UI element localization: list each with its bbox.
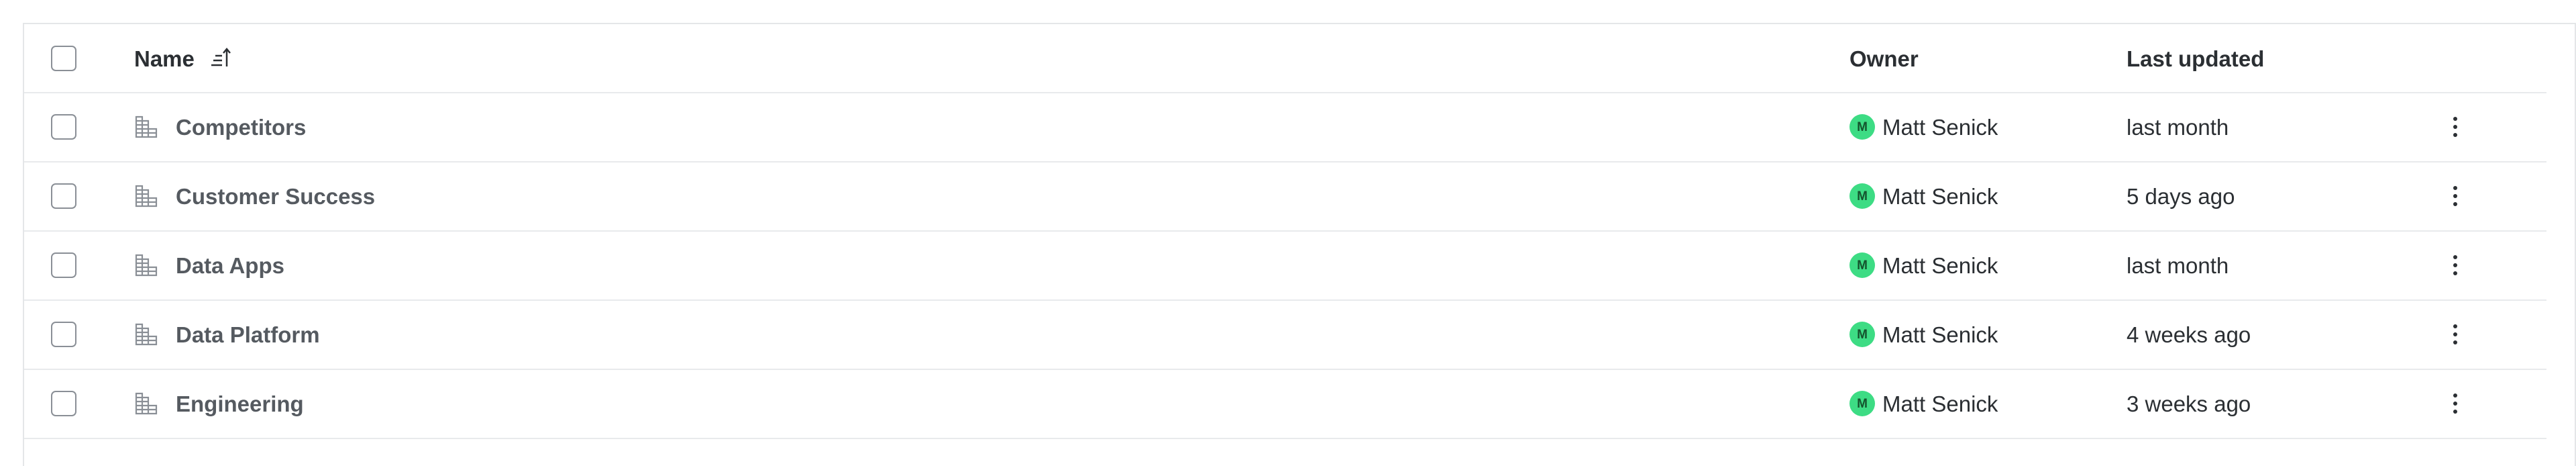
row-name[interactable]: Engineering [176,393,304,415]
column-header-last-updated[interactable]: Last updated [2127,48,2264,70]
table-icon [135,254,158,277]
table-row[interactable]: Data Apps M Matt Senick last month [24,232,2546,301]
avatar: M [1849,322,1875,347]
row-checkbox[interactable] [51,252,76,278]
owner-name: Matt Senick [1882,115,1998,140]
row-name[interactable]: Customer Success [176,185,375,207]
last-updated: last month [2127,115,2229,140]
sort-ascending-icon[interactable] [210,46,231,69]
row-name[interactable]: Data Platform [176,324,320,346]
table-icon [135,185,158,207]
avatar: M [1849,252,1875,278]
column-header-owner[interactable]: Owner [1849,48,1919,70]
owner-name: Matt Senick [1882,253,1998,278]
last-updated: 3 weeks ago [2127,391,2251,416]
last-updated: 4 weeks ago [2127,322,2251,347]
table-icon [135,115,158,138]
table-icon [135,392,158,415]
table-icon [135,323,158,346]
more-vertical-icon[interactable] [2442,249,2469,281]
row-checkbox[interactable] [51,114,76,140]
last-updated: last month [2127,253,2229,278]
row-name[interactable]: Data Apps [176,254,284,277]
table-row[interactable]: Data Platform M Matt Senick 4 weeks ago [24,301,2546,370]
owner-name: Matt Senick [1882,391,1998,416]
data-table: Name Owner Last updated Competitors M Ma… [23,23,2576,466]
column-header-name[interactable]: Name [134,48,195,70]
more-vertical-icon[interactable] [2442,318,2469,351]
avatar: M [1849,114,1875,140]
row-checkbox[interactable] [51,322,76,347]
owner-name: Matt Senick [1882,184,1998,209]
owner-name: Matt Senick [1882,322,1998,347]
row-checkbox[interactable] [51,391,76,416]
table-row[interactable]: Engineering M Matt Senick 3 weeks ago [24,370,2546,439]
table-header-row: Name Owner Last updated [24,24,2546,93]
avatar: M [1849,391,1875,416]
more-vertical-icon[interactable] [2442,387,2469,420]
row-checkbox[interactable] [51,183,76,209]
table-row[interactable]: Customer Success M Matt Senick 5 days ag… [24,162,2546,232]
avatar: M [1849,183,1875,209]
table-row[interactable]: Competitors M Matt Senick last month [24,93,2546,162]
more-vertical-icon[interactable] [2442,111,2469,143]
more-vertical-icon[interactable] [2442,180,2469,212]
row-name[interactable]: Competitors [176,116,306,138]
last-updated: 5 days ago [2127,184,2235,209]
select-all-checkbox[interactable] [51,46,76,71]
